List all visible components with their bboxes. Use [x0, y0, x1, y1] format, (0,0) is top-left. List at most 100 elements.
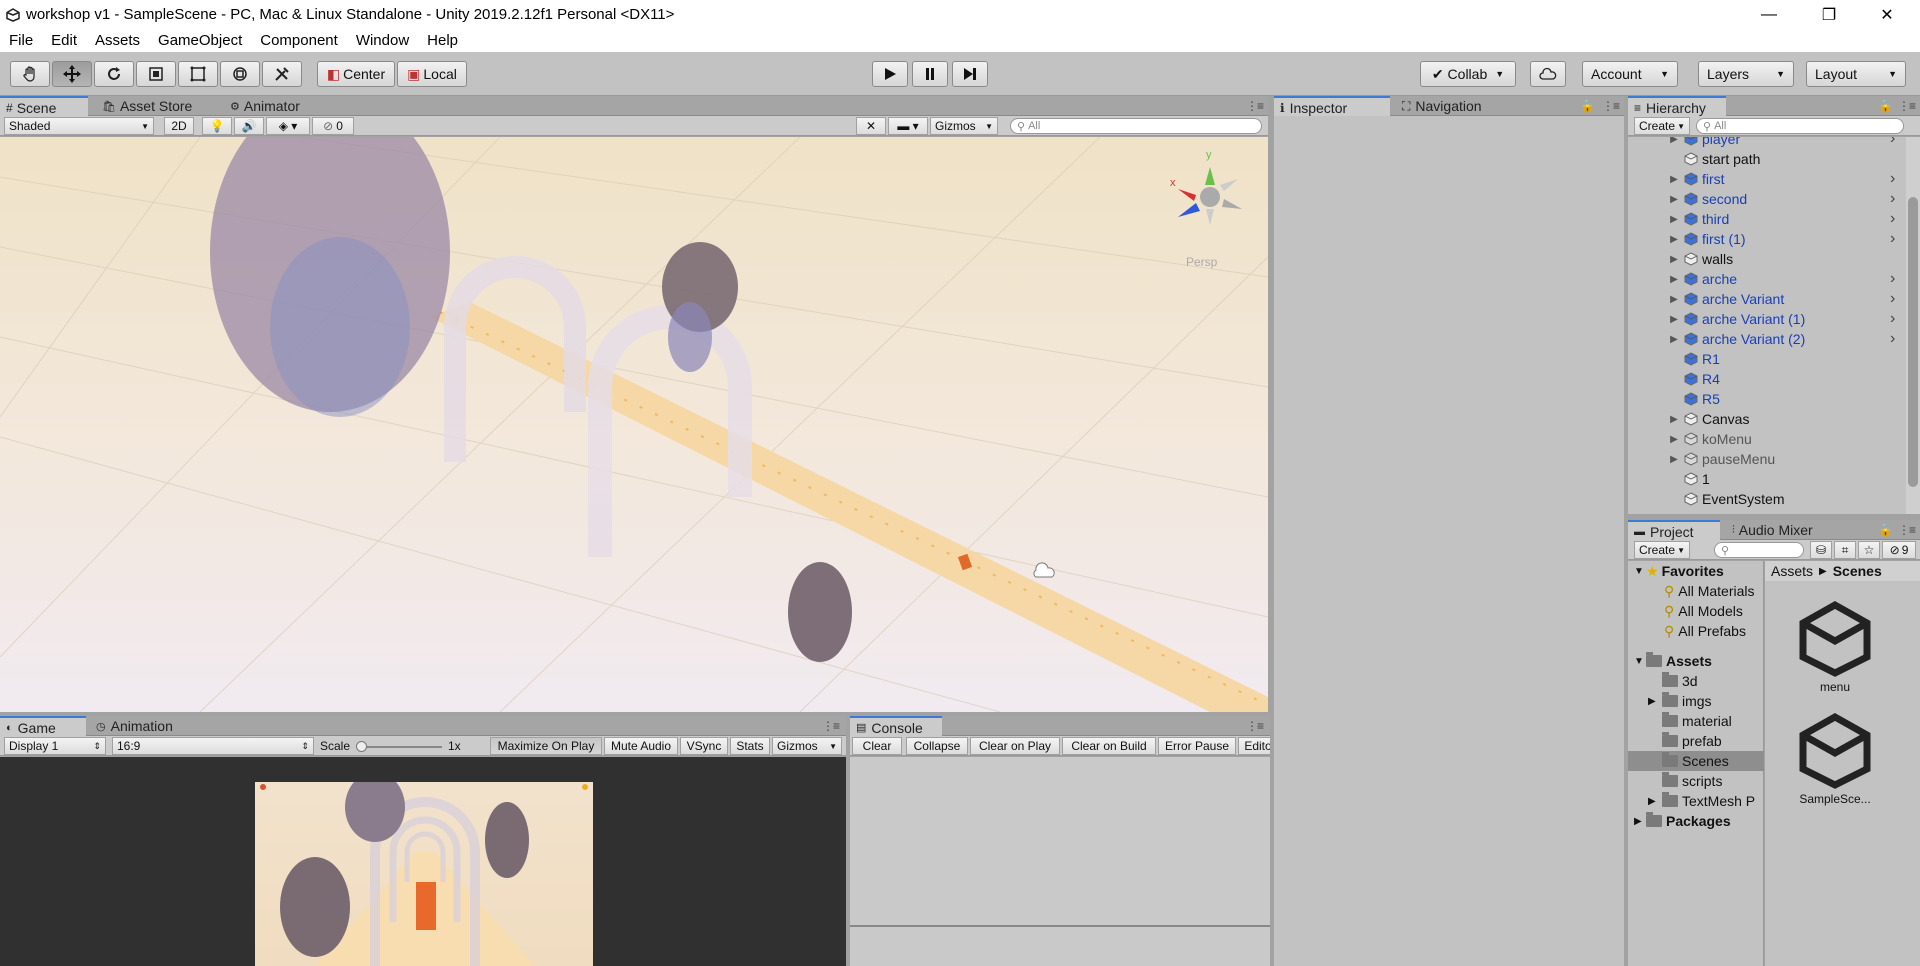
transform-tool-icon[interactable] — [220, 61, 260, 87]
menu-help[interactable]: Help — [418, 32, 467, 49]
menu-edit[interactable]: Edit — [42, 32, 86, 49]
orientation-gizmo-icon[interactable] — [1166, 159, 1256, 239]
expand-arrow-icon[interactable]: ▶ — [1668, 454, 1680, 465]
project-folder[interactable]: ▶ TextMesh P — [1648, 791, 1755, 811]
hierarchy-item[interactable]: EventSystem — [1628, 489, 1908, 509]
scrollbar-thumb[interactable] — [1908, 197, 1918, 487]
favorite-item[interactable]: ⚲ All Models — [1664, 601, 1743, 621]
menu-file[interactable]: File — [0, 32, 42, 49]
collapse-toggle[interactable]: Collapse — [906, 737, 968, 755]
chevron-right-icon[interactable]: › — [1890, 310, 1895, 328]
expand-arrow-icon[interactable]: ▶ — [1668, 194, 1680, 205]
chevron-right-icon[interactable]: › — [1890, 137, 1895, 148]
expand-arrow-icon[interactable]: ▶ — [1648, 796, 1662, 807]
hierarchy-item[interactable]: ▶ first › — [1628, 169, 1908, 189]
tab-audio-mixer[interactable]: ⫶ Audio Mixer — [1726, 520, 1819, 540]
menu-assets[interactable]: Assets — [86, 32, 149, 49]
move-tool-icon[interactable] — [52, 61, 92, 87]
step-button[interactable] — [952, 61, 988, 87]
hidden-objects-toggle[interactable]: ⊘ 0 — [312, 117, 354, 135]
panel-menu-icon[interactable]: ⋮≡ — [1898, 523, 1916, 537]
panel-menu-icon[interactable]: ⋮≡ — [822, 719, 840, 733]
chevron-right-icon[interactable]: › — [1890, 210, 1895, 228]
hierarchy-item[interactable]: 1 — [1628, 469, 1908, 489]
tab-animator[interactable]: ⚙ Animator — [224, 96, 306, 116]
tab-scene[interactable]: # Scene — [0, 96, 88, 117]
project-folder[interactable]: Scenes — [1628, 751, 1764, 771]
play-button[interactable] — [872, 61, 908, 87]
gizmo-persp-label[interactable]: Persp — [1186, 255, 1217, 269]
hierarchy-item[interactable]: start path — [1628, 149, 1908, 169]
expand-arrow-icon[interactable]: ▶ — [1668, 314, 1680, 325]
clear-on-build-toggle[interactable]: Clear on Build — [1062, 737, 1156, 755]
expand-arrow-icon[interactable]: ▶ — [1648, 696, 1662, 707]
tab-console[interactable]: ▤ Console — [850, 716, 942, 737]
hierarchy-item[interactable]: ▶ third › — [1628, 209, 1908, 229]
lock-icon[interactable]: 🔒 — [1878, 99, 1893, 113]
clear-on-play-toggle[interactable]: Clear on Play — [970, 737, 1060, 755]
hierarchy-item[interactable]: R5 — [1628, 389, 1908, 409]
project-create-dropdown[interactable]: Create ▼ — [1634, 541, 1690, 559]
expand-arrow-icon[interactable]: ▶ — [1668, 294, 1680, 305]
hierarchy-item[interactable]: ▶ pauseMenu — [1628, 449, 1908, 469]
scale-tool-icon[interactable] — [136, 61, 176, 87]
error-pause-toggle[interactable]: Error Pause — [1158, 737, 1236, 755]
close-button[interactable]: ✕ — [1864, 0, 1910, 29]
custom-tool-icon[interactable] — [262, 61, 302, 87]
expand-arrow-icon[interactable]: ▶ — [1668, 174, 1680, 185]
hierarchy-item[interactable]: ▶ koMenu — [1628, 429, 1908, 449]
account-dropdown[interactable]: Account ▼ — [1582, 61, 1678, 87]
tab-asset-store[interactable]: 🛍 Asset Store — [96, 96, 198, 116]
stats-toggle[interactable]: Stats — [730, 737, 770, 755]
vsync-toggle[interactable]: VSync — [680, 737, 728, 755]
space-local-button[interactable]: ▣ Local — [397, 61, 467, 87]
expand-arrow-icon[interactable]: ▶ — [1668, 414, 1680, 425]
hierarchy-item[interactable]: ▶ second › — [1628, 189, 1908, 209]
hierarchy-item[interactable]: ▶ arche Variant (1) › — [1628, 309, 1908, 329]
asset-file-samplescene[interactable]: SampleSce... — [1795, 712, 1875, 806]
favorites-header[interactable]: ▼ ★ Favorites — [1634, 561, 1724, 581]
panel-menu-icon[interactable]: ⋮≡ — [1898, 99, 1916, 113]
tab-navigation[interactable]: ⛶ Navigation — [1396, 96, 1488, 116]
tab-hierarchy[interactable]: ≡ Hierarchy — [1628, 96, 1726, 117]
display-dropdown[interactable]: Display 1 ⇕ — [4, 737, 106, 755]
collab-dropdown[interactable]: ✔ Collab ▼ — [1420, 61, 1516, 87]
scale-slider[interactable] — [356, 741, 442, 752]
project-folder[interactable]: ▶ imgs — [1648, 691, 1712, 711]
expand-arrow-icon[interactable]: ▶ — [1668, 434, 1680, 445]
hierarchy-scrollbar[interactable] — [1906, 137, 1920, 514]
breadcrumb-assets[interactable]: Assets — [1771, 563, 1813, 579]
scale-slider-handle[interactable] — [356, 741, 367, 752]
project-folder[interactable]: material — [1648, 711, 1732, 731]
scene-search-input[interactable]: ⚲ All — [1010, 118, 1262, 134]
project-folder[interactable]: prefab — [1648, 731, 1722, 751]
console-clear-button[interactable]: Clear — [852, 737, 902, 755]
rotate-tool-icon[interactable] — [94, 61, 134, 87]
restore-button[interactable]: ❐ — [1806, 0, 1852, 29]
tab-inspector[interactable]: ℹ Inspector — [1274, 96, 1390, 117]
chevron-right-icon[interactable]: › — [1890, 330, 1895, 348]
asset-file-menu[interactable]: menu — [1795, 600, 1875, 694]
hierarchy-item[interactable]: ▶ arche Variant › — [1628, 289, 1908, 309]
chevron-right-icon[interactable]: › — [1890, 170, 1895, 188]
assets-root[interactable]: ▼ Assets — [1634, 651, 1712, 671]
expand-arrow-icon[interactable]: ▶ — [1668, 274, 1680, 285]
panel-menu-icon[interactable]: ⋮≡ — [1246, 99, 1264, 113]
effects-dropdown-icon[interactable]: ◈ ▾ — [266, 117, 310, 135]
layout-dropdown[interactable]: Layout ▼ — [1806, 61, 1906, 87]
project-folder[interactable]: 3d — [1648, 671, 1698, 691]
maximize-on-play-toggle[interactable]: Maximize On Play — [490, 737, 602, 755]
project-folder[interactable]: scripts — [1648, 771, 1722, 791]
scene-viewport[interactable]: y x Persp — [0, 137, 1268, 712]
hierarchy-search-input[interactable]: ⚲ All — [1696, 118, 1904, 134]
hierarchy-item[interactable]: R1 — [1628, 349, 1908, 369]
hierarchy-create-dropdown[interactable]: Create ▼ — [1634, 117, 1690, 135]
hierarchy-item[interactable]: R4 — [1628, 369, 1908, 389]
menu-component[interactable]: Component — [251, 32, 347, 49]
expand-arrow-icon[interactable]: ▶ — [1668, 137, 1680, 145]
chevron-right-icon[interactable]: › — [1890, 190, 1895, 208]
expand-arrow-icon[interactable]: ▶ — [1668, 254, 1680, 265]
menu-gameobject[interactable]: GameObject — [149, 32, 251, 49]
aspect-dropdown[interactable]: 16:9 ⇕ — [112, 737, 314, 755]
hand-tool-icon[interactable] — [10, 61, 50, 87]
